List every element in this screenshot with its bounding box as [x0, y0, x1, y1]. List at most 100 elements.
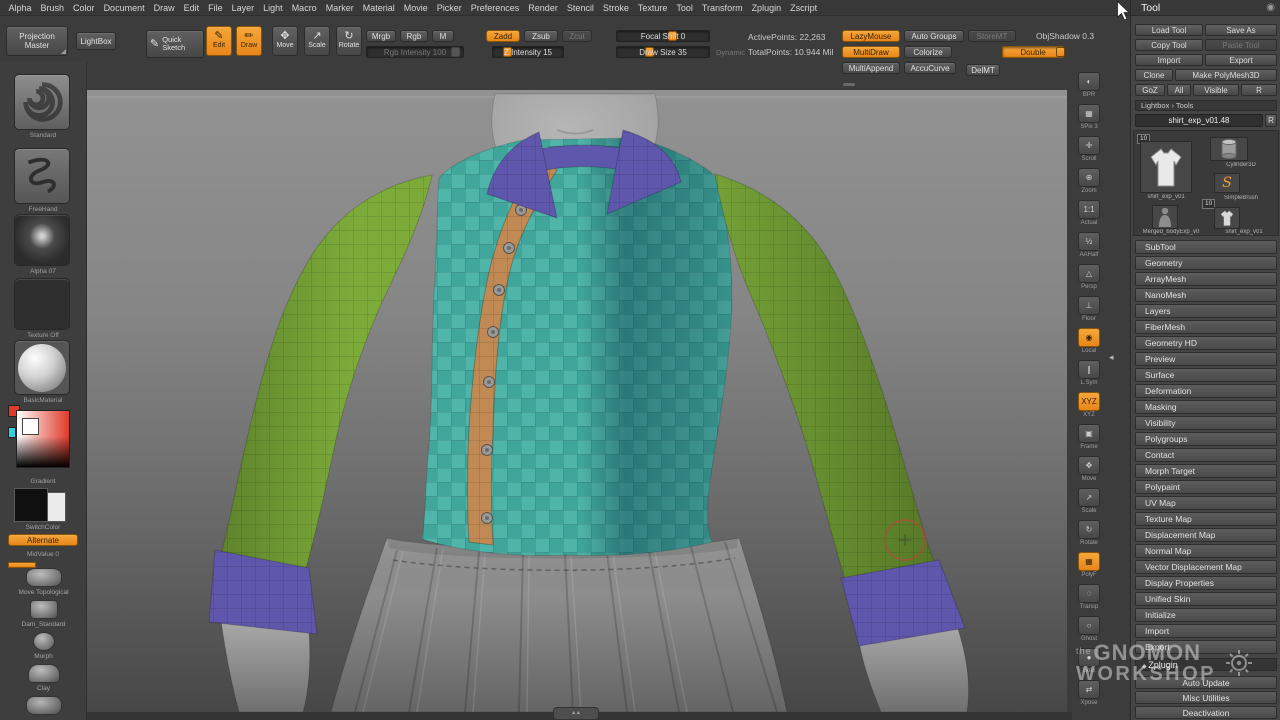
- draw-button[interactable]: ✏Draw: [236, 26, 262, 56]
- tool-section-button[interactable]: Import: [1135, 624, 1277, 638]
- delmt-button[interactable]: DelMT: [966, 64, 1000, 76]
- tool-section-button[interactable]: Display Properties: [1135, 576, 1277, 590]
- tool-section-button[interactable]: Polypaint: [1135, 480, 1277, 494]
- mrgb-button[interactable]: Mrgb: [366, 30, 396, 42]
- slider-knob[interactable]: [1056, 47, 1065, 57]
- right-shelf-button[interactable]: ▣ Frame: [1077, 424, 1101, 451]
- right-shelf-button[interactable]: ✥ Move: [1077, 456, 1101, 483]
- tool-thumbnail-shirt[interactable]: [1140, 141, 1192, 193]
- tool-section-button[interactable]: Layers: [1135, 304, 1277, 318]
- menu-item[interactable]: Draw: [149, 3, 179, 13]
- edit-button[interactable]: ✎Edit: [206, 26, 232, 56]
- right-shelf-button[interactable]: ↗ Scale: [1077, 488, 1101, 515]
- accucurve-button[interactable]: AccuCurve: [904, 62, 956, 74]
- objshadow-slider[interactable]: ObjShadow 0.3: [1036, 31, 1094, 41]
- brush-icon[interactable]: [26, 696, 62, 715]
- right-shelf-button[interactable]: ▦ PolyF: [1077, 552, 1101, 579]
- projection-master-button[interactable]: Projection Master: [6, 26, 68, 56]
- right-shelf-button[interactable]: XYZ XYZ: [1077, 392, 1101, 419]
- tool-section-button[interactable]: FiberMesh: [1135, 320, 1277, 334]
- lightbox-button[interactable]: LightBox: [76, 32, 116, 50]
- menu-item[interactable]: Marker: [321, 3, 358, 13]
- tool-section-button[interactable]: Contact: [1135, 448, 1277, 462]
- rgb-button[interactable]: Rgb: [400, 30, 428, 42]
- right-shelf-button[interactable]: ✛ Scroll: [1077, 136, 1101, 163]
- right-shelf-button[interactable]: ↻ Rotate: [1077, 520, 1101, 547]
- quick-brush-item[interactable]: Clay: [0, 664, 87, 692]
- menu-item[interactable]: Zscript: [786, 3, 822, 13]
- tool-thumbnail-cylinder[interactable]: [1210, 137, 1248, 161]
- tool-r-button[interactable]: R: [1265, 114, 1277, 127]
- right-shelf-button[interactable]: ● Solo: [1077, 648, 1101, 675]
- slider-knob[interactable]: [451, 47, 460, 57]
- menu-item[interactable]: Alpha: [4, 3, 36, 13]
- color-picker[interactable]: [16, 410, 70, 468]
- import-button[interactable]: Import: [1135, 54, 1203, 66]
- zsub-button[interactable]: Zsub: [524, 30, 558, 42]
- tool-section-button[interactable]: SubTool: [1135, 240, 1277, 254]
- z-intensity-slider[interactable]: Z Intensity 15: [492, 46, 564, 58]
- tool-section-button[interactable]: Texture Map: [1135, 512, 1277, 526]
- paste-tool-button[interactable]: Paste Tool: [1205, 39, 1277, 51]
- tool-section-button[interactable]: Polygroups: [1135, 432, 1277, 446]
- tool-thumbnail-simplebrush[interactable]: S: [1214, 173, 1240, 193]
- right-shelf-button[interactable]: △ Persp: [1077, 264, 1101, 291]
- menu-item[interactable]: File: [204, 3, 228, 13]
- goz-button[interactable]: GoZ: [1135, 84, 1165, 96]
- palette-config-icon[interactable]: ◉: [1266, 0, 1275, 16]
- current-material-thumbnail[interactable]: [14, 340, 70, 395]
- tool-section-button[interactable]: Export: [1135, 640, 1277, 654]
- make-polymesh3d-button[interactable]: Make PolyMesh3D: [1175, 69, 1277, 81]
- multidraw-button[interactable]: MultiDraw: [842, 46, 900, 58]
- alternate-button[interactable]: Alternate: [8, 534, 78, 546]
- lightbox-tools-bar[interactable]: Lightbox › Tools: [1135, 100, 1277, 111]
- menu-item[interactable]: Edit: [179, 3, 204, 13]
- right-shelf-button[interactable]: ◐ BPR: [1077, 72, 1101, 99]
- menu-item[interactable]: Brush: [36, 3, 69, 13]
- focal-shift-slider[interactable]: Focal Shift 0: [616, 30, 710, 42]
- tool-section-button[interactable]: Initialize: [1135, 608, 1277, 622]
- tool-section-button[interactable]: Geometry: [1135, 256, 1277, 270]
- tool-thumbnail-body[interactable]: [1152, 205, 1178, 229]
- goz-r-button[interactable]: R: [1241, 84, 1277, 96]
- current-stroke-thumbnail[interactable]: [14, 148, 70, 204]
- rgb-intensity-slider[interactable]: Rgb Intensity 100: [366, 46, 464, 58]
- right-shelf-button[interactable]: 1:1 Actual: [1077, 200, 1101, 227]
- tool-section-button[interactable]: Preview: [1135, 352, 1277, 366]
- quick-brush-item[interactable]: Morph: [0, 632, 87, 660]
- right-shelf-button[interactable]: ⊕ Zoom: [1077, 168, 1101, 195]
- current-texture-thumbnail[interactable]: [14, 278, 70, 330]
- auto-groups-button[interactable]: Auto Groups: [904, 30, 964, 42]
- hue-marker-icon[interactable]: [8, 427, 16, 438]
- right-shelf-button[interactable]: ○ Ghost: [1077, 616, 1101, 643]
- tool-section-button[interactable]: Deformation: [1135, 384, 1277, 398]
- load-tool-button[interactable]: Load Tool: [1135, 24, 1203, 36]
- menu-item[interactable]: Texture: [633, 3, 672, 13]
- zadd-button[interactable]: Zadd: [486, 30, 520, 42]
- timeline-handle[interactable]: ▴ ▴: [553, 707, 599, 720]
- menu-item[interactable]: Material: [358, 3, 399, 13]
- zplugin-item-button[interactable]: Auto Update: [1135, 676, 1277, 689]
- quick-sketch-button[interactable]: ✎Quick Sketch: [146, 30, 204, 58]
- tool-section-button[interactable]: Displacement Map: [1135, 528, 1277, 542]
- current-brush-thumbnail[interactable]: [14, 74, 70, 130]
- right-shelf-button[interactable]: ½ AAHalf: [1077, 232, 1101, 259]
- viewport-canvas[interactable]: [87, 90, 1067, 712]
- menu-item[interactable]: Color: [69, 3, 100, 13]
- zplugin-header[interactable]: ◆ Zplugin: [1135, 658, 1277, 671]
- zplugin-item-button[interactable]: Misc Utilities: [1135, 691, 1277, 704]
- right-shelf-button[interactable]: ◌ Transp: [1077, 584, 1101, 611]
- menu-item[interactable]: Light: [259, 3, 288, 13]
- multiappend-button[interactable]: MultiAppend: [842, 62, 900, 74]
- quick-brush-item[interactable]: Move Topological: [0, 568, 87, 596]
- color-picker-cursor[interactable]: [22, 418, 39, 435]
- save-as-button[interactable]: Save As: [1205, 24, 1277, 36]
- menu-item[interactable]: Picker: [432, 3, 466, 13]
- zplugin-item-button[interactable]: Deactivation: [1135, 706, 1277, 719]
- tool-section-button[interactable]: Normal Map: [1135, 544, 1277, 558]
- zcut-button[interactable]: Zcut: [562, 30, 592, 42]
- tool-section-button[interactable]: Surface: [1135, 368, 1277, 382]
- menu-item[interactable]: Transform: [697, 3, 747, 13]
- lazymouse-button[interactable]: LazyMouse: [842, 30, 900, 42]
- copy-tool-button[interactable]: Copy Tool: [1135, 39, 1203, 51]
